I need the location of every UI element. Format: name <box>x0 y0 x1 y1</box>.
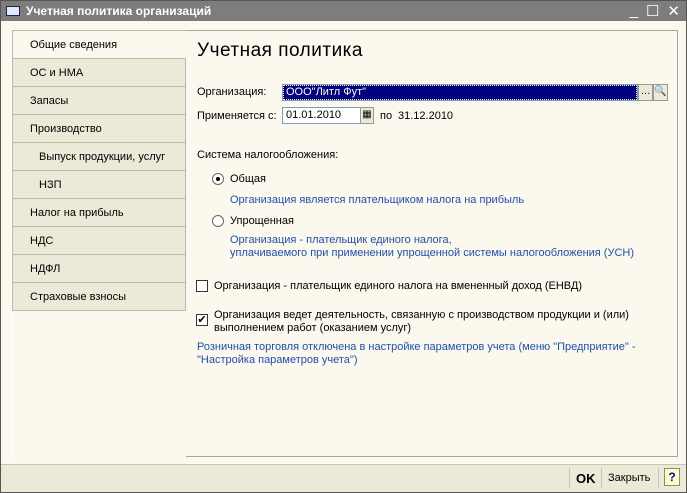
tab-list: Общие сведения ОС и НМА Запасы Производс… <box>12 30 186 311</box>
minimize-button[interactable]: _ <box>630 2 638 20</box>
radio-simplified-label[interactable]: Упрощенная <box>230 215 294 227</box>
tab-fixed-assets[interactable]: ОС и НМА <box>12 59 186 87</box>
retail-note-1[interactable]: Розничная торговля отключена в настройке… <box>197 341 636 353</box>
maximize-button[interactable]: ☐ <box>646 2 659 20</box>
production-checkbox[interactable]: ✔ <box>196 314 208 326</box>
tab-insurance[interactable]: Страховые взносы <box>12 283 186 311</box>
date-to: 31.12.2010 <box>398 110 454 122</box>
tab-inventory[interactable]: Запасы <box>12 87 186 115</box>
title-bar: Учетная политика организаций _ ☐ ✕ <box>1 1 686 21</box>
tax-system-label: Система налогообложения: <box>197 149 339 161</box>
applies-label: Применяется с: <box>197 110 277 122</box>
retail-note-2[interactable]: "Настройка параметров учета") <box>197 354 358 366</box>
tab-output[interactable]: Выпуск продукции, услуг <box>12 143 186 171</box>
app-icon <box>6 6 20 16</box>
tab-general[interactable]: Общие сведения <box>12 30 186 59</box>
window-title: Учетная политика организаций <box>26 4 212 18</box>
tab-income-tax[interactable]: НДФЛ <box>12 255 186 283</box>
radio-general-note: Организация является плательщиком налога… <box>230 194 525 206</box>
date-from-field[interactable]: 01.01.2010 <box>282 107 361 124</box>
envd-checkbox[interactable] <box>196 280 208 292</box>
tab-profit-tax[interactable]: Налог на прибыль <box>12 199 186 227</box>
organization-field[interactable]: ООО"Литл Фут" <box>282 84 638 101</box>
production-label-2[interactable]: выполнением работ (оказанием услуг) <box>214 322 411 334</box>
page-title: Учетная политика <box>197 40 363 61</box>
tab-vat[interactable]: НДС <box>12 227 186 255</box>
select-button[interactable]: … <box>638 84 653 101</box>
radio-general-label[interactable]: Общая <box>230 173 266 185</box>
close-window-button[interactable]: ✕ <box>667 2 680 20</box>
search-icon[interactable]: 🔍 <box>653 84 668 101</box>
radio-simplified-note-2: уплачиваемого при применении упрощенной … <box>230 247 635 259</box>
help-button[interactable]: ? <box>664 468 680 486</box>
calendar-icon[interactable]: ▦ <box>360 107 374 124</box>
radio-general[interactable] <box>212 173 224 185</box>
org-label: Организация: <box>197 86 267 98</box>
tab-production[interactable]: Производство <box>12 115 186 143</box>
production-label-1[interactable]: Организация ведет деятельность, связанну… <box>214 309 629 321</box>
ok-button[interactable]: OK <box>576 471 596 486</box>
to-label: по <box>380 110 393 122</box>
close-button[interactable]: Закрыть <box>608 472 650 484</box>
window: Учетная политика организаций _ ☐ ✕ Общие… <box>0 0 687 493</box>
radio-simplified-note-1: Организация - плательщик единого налога, <box>230 234 452 246</box>
tab-wip[interactable]: НЗП <box>12 171 186 199</box>
envd-label[interactable]: Организация - плательщик единого налога … <box>214 280 582 292</box>
radio-simplified[interactable] <box>212 215 224 227</box>
